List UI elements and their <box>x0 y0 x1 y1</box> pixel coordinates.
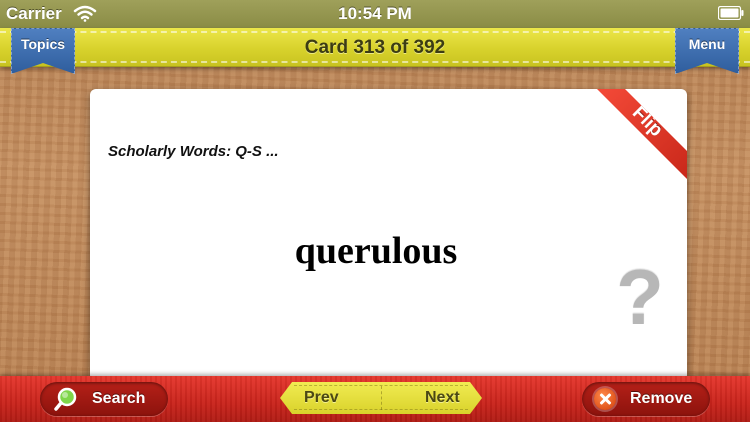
search-label: Search <box>92 390 146 407</box>
next-label: Next <box>425 389 460 406</box>
status-clock: 10:54 PM <box>338 4 412 23</box>
prev-next-pager: Prev Next <box>280 382 482 414</box>
battery-icon <box>718 6 744 20</box>
flashcard[interactable]: Scholarly Words: Q-S ... querulous ? Fli… <box>90 89 687 381</box>
search-button[interactable]: Search <box>40 382 168 416</box>
topics-button[interactable]: Topics <box>11 28 75 74</box>
question-mark-icon: ? <box>616 253 664 341</box>
card-word: querulous <box>294 230 458 272</box>
nav-bar: Card 313 of 392 <box>0 28 750 67</box>
close-icon <box>594 388 616 410</box>
nav-stitch-bottom <box>0 61 750 63</box>
card-counter-title: Card 313 of 392 <box>304 37 446 58</box>
prev-label: Prev <box>304 389 339 406</box>
prev-button[interactable]: Prev <box>280 382 381 414</box>
flip-label: Flip <box>627 102 667 142</box>
flip-button[interactable]: Flip <box>597 89 687 179</box>
nav-stitch-top <box>0 31 750 33</box>
menu-button[interactable]: Menu <box>675 28 739 74</box>
card-topic: Scholarly Words: Q-S ... <box>108 143 279 160</box>
remove-label: Remove <box>630 390 693 407</box>
status-bar: Carrier 10:54 PM <box>0 0 750 28</box>
search-icon <box>54 387 77 411</box>
next-button[interactable]: Next <box>381 382 482 414</box>
remove-button[interactable]: Remove <box>582 382 710 416</box>
